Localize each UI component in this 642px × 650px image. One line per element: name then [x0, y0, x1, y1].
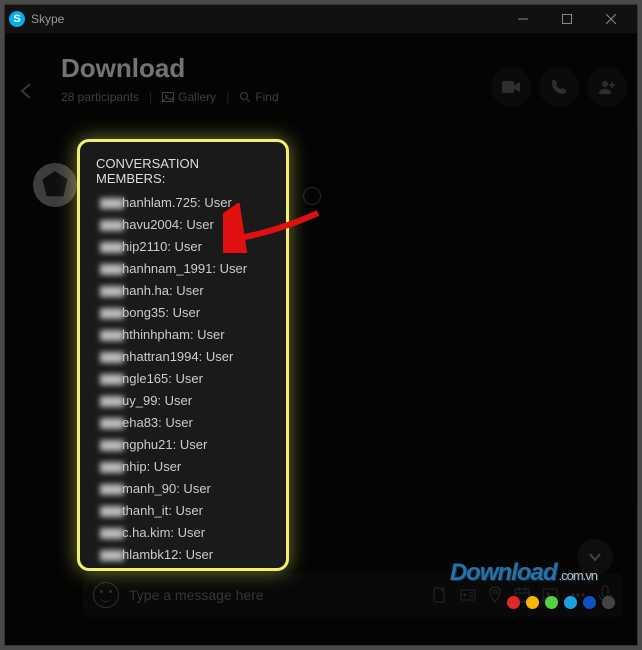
app-window: S Skype Download 28 participants |	[4, 4, 638, 646]
member-label: c.ha.kim: User	[122, 525, 205, 540]
video-icon	[502, 81, 520, 93]
member-row: nhip: User	[96, 456, 270, 478]
color-dot	[602, 596, 615, 609]
redacted-prefix	[100, 286, 124, 297]
message-input[interactable]	[129, 587, 421, 603]
member-label: eha83: User	[122, 415, 193, 430]
members-popup-title: CONVERSATION MEMBERS:	[96, 156, 270, 186]
pin-icon	[487, 586, 503, 604]
app-title: Skype	[31, 12, 501, 26]
redacted-prefix	[100, 418, 124, 429]
titlebar: S Skype	[5, 5, 637, 33]
redacted-prefix	[100, 396, 124, 407]
member-row: hthinhpham: User	[96, 324, 270, 346]
color-dot	[564, 596, 577, 609]
member-label: nhip: User	[122, 459, 181, 474]
member-label: havu2004: User	[122, 217, 214, 232]
redacted-prefix	[100, 220, 124, 231]
member-row: ngle165: User	[96, 368, 270, 390]
color-dot	[526, 596, 539, 609]
contact-card-button[interactable]	[459, 586, 477, 604]
member-label: hanh.ha: User	[122, 283, 204, 298]
member-label: uy_99: User	[122, 393, 192, 408]
react-button[interactable]	[303, 187, 321, 205]
video-call-button[interactable]	[491, 67, 531, 107]
watermark-logo: Download.com.vn	[450, 559, 597, 587]
back-button[interactable]	[17, 81, 37, 106]
color-dot	[545, 596, 558, 609]
member-label: manh_90: User	[122, 481, 211, 496]
audio-call-button[interactable]	[539, 67, 579, 107]
member-label: hthinhpham: User	[122, 327, 225, 342]
member-row: c.ha.kim: User	[96, 522, 270, 544]
card-icon	[459, 586, 477, 604]
redacted-prefix	[100, 374, 124, 385]
member-label: ngle165: User	[122, 371, 203, 386]
member-label: thanh_it: User	[122, 503, 203, 518]
member-label: hlambk12: User	[122, 547, 213, 562]
member-list: hanhlam.725: User havu2004: User hip2110: …	[96, 192, 270, 566]
find-link[interactable]: Find	[239, 90, 278, 104]
redacted-prefix	[100, 528, 124, 539]
redacted-prefix	[100, 440, 124, 451]
redacted-prefix	[100, 550, 124, 561]
close-button[interactable]	[589, 6, 633, 32]
skype-logo-icon: S	[9, 11, 25, 27]
redacted-prefix	[100, 462, 124, 473]
member-row: hanh.ha: User	[96, 280, 270, 302]
minimize-button[interactable]	[501, 6, 545, 32]
emoji-button[interactable]	[93, 582, 119, 608]
members-popup: CONVERSATION MEMBERS: hanhlam.725: Userh…	[77, 139, 289, 571]
redacted-prefix	[100, 330, 124, 341]
member-row: manh_90: User	[96, 478, 270, 500]
gallery-icon	[162, 92, 174, 102]
redacted-prefix	[100, 484, 124, 495]
add-people-button[interactable]	[587, 67, 627, 107]
chat-header: Download 28 participants | Gallery | Fin…	[5, 33, 637, 128]
search-icon	[239, 91, 251, 103]
color-dot	[507, 596, 520, 609]
add-person-icon	[598, 79, 616, 95]
attach-file-button[interactable]	[431, 586, 449, 604]
redacted-prefix	[100, 264, 124, 275]
member-row: nhattran1994: User	[96, 346, 270, 368]
member-label: hanhlam.725: User	[122, 195, 232, 210]
redacted-prefix	[100, 308, 124, 319]
watermark-dots	[507, 596, 615, 609]
member-row: bong35: User	[96, 302, 270, 324]
redacted-prefix	[100, 242, 124, 253]
sender-avatar[interactable]	[33, 163, 77, 207]
gallery-link[interactable]: Gallery	[162, 90, 216, 104]
member-row: uy_99: User	[96, 390, 270, 412]
redacted-prefix	[100, 506, 124, 517]
participants-count[interactable]: 28 participants	[61, 90, 139, 104]
member-row: hip2110: User	[96, 236, 270, 258]
maximize-button[interactable]	[545, 6, 589, 32]
location-button[interactable]	[487, 586, 503, 604]
member-row: eha83: User	[96, 412, 270, 434]
file-icon	[431, 586, 449, 604]
member-row: hanhnam_1991: User	[96, 258, 270, 280]
member-row: havu2004: User	[96, 214, 270, 236]
member-label: nhattran1994: User	[122, 349, 233, 364]
redacted-prefix	[100, 352, 124, 363]
redacted-prefix	[100, 198, 124, 209]
member-label: hip2110: User	[122, 239, 202, 254]
member-row: hanhlam.725: User	[96, 192, 270, 214]
header-actions	[491, 67, 627, 107]
member-row: ngphu21: User	[96, 434, 270, 456]
window-controls	[501, 6, 633, 32]
member-label: bong35: User	[122, 305, 200, 320]
member-label: ngphu21: User	[122, 437, 207, 452]
member-row: thanh_it: User	[96, 500, 270, 522]
color-dot	[583, 596, 596, 609]
phone-icon	[551, 79, 567, 95]
member-row: hlambk12: User	[96, 544, 270, 566]
member-label: hanhnam_1991: User	[122, 261, 247, 276]
